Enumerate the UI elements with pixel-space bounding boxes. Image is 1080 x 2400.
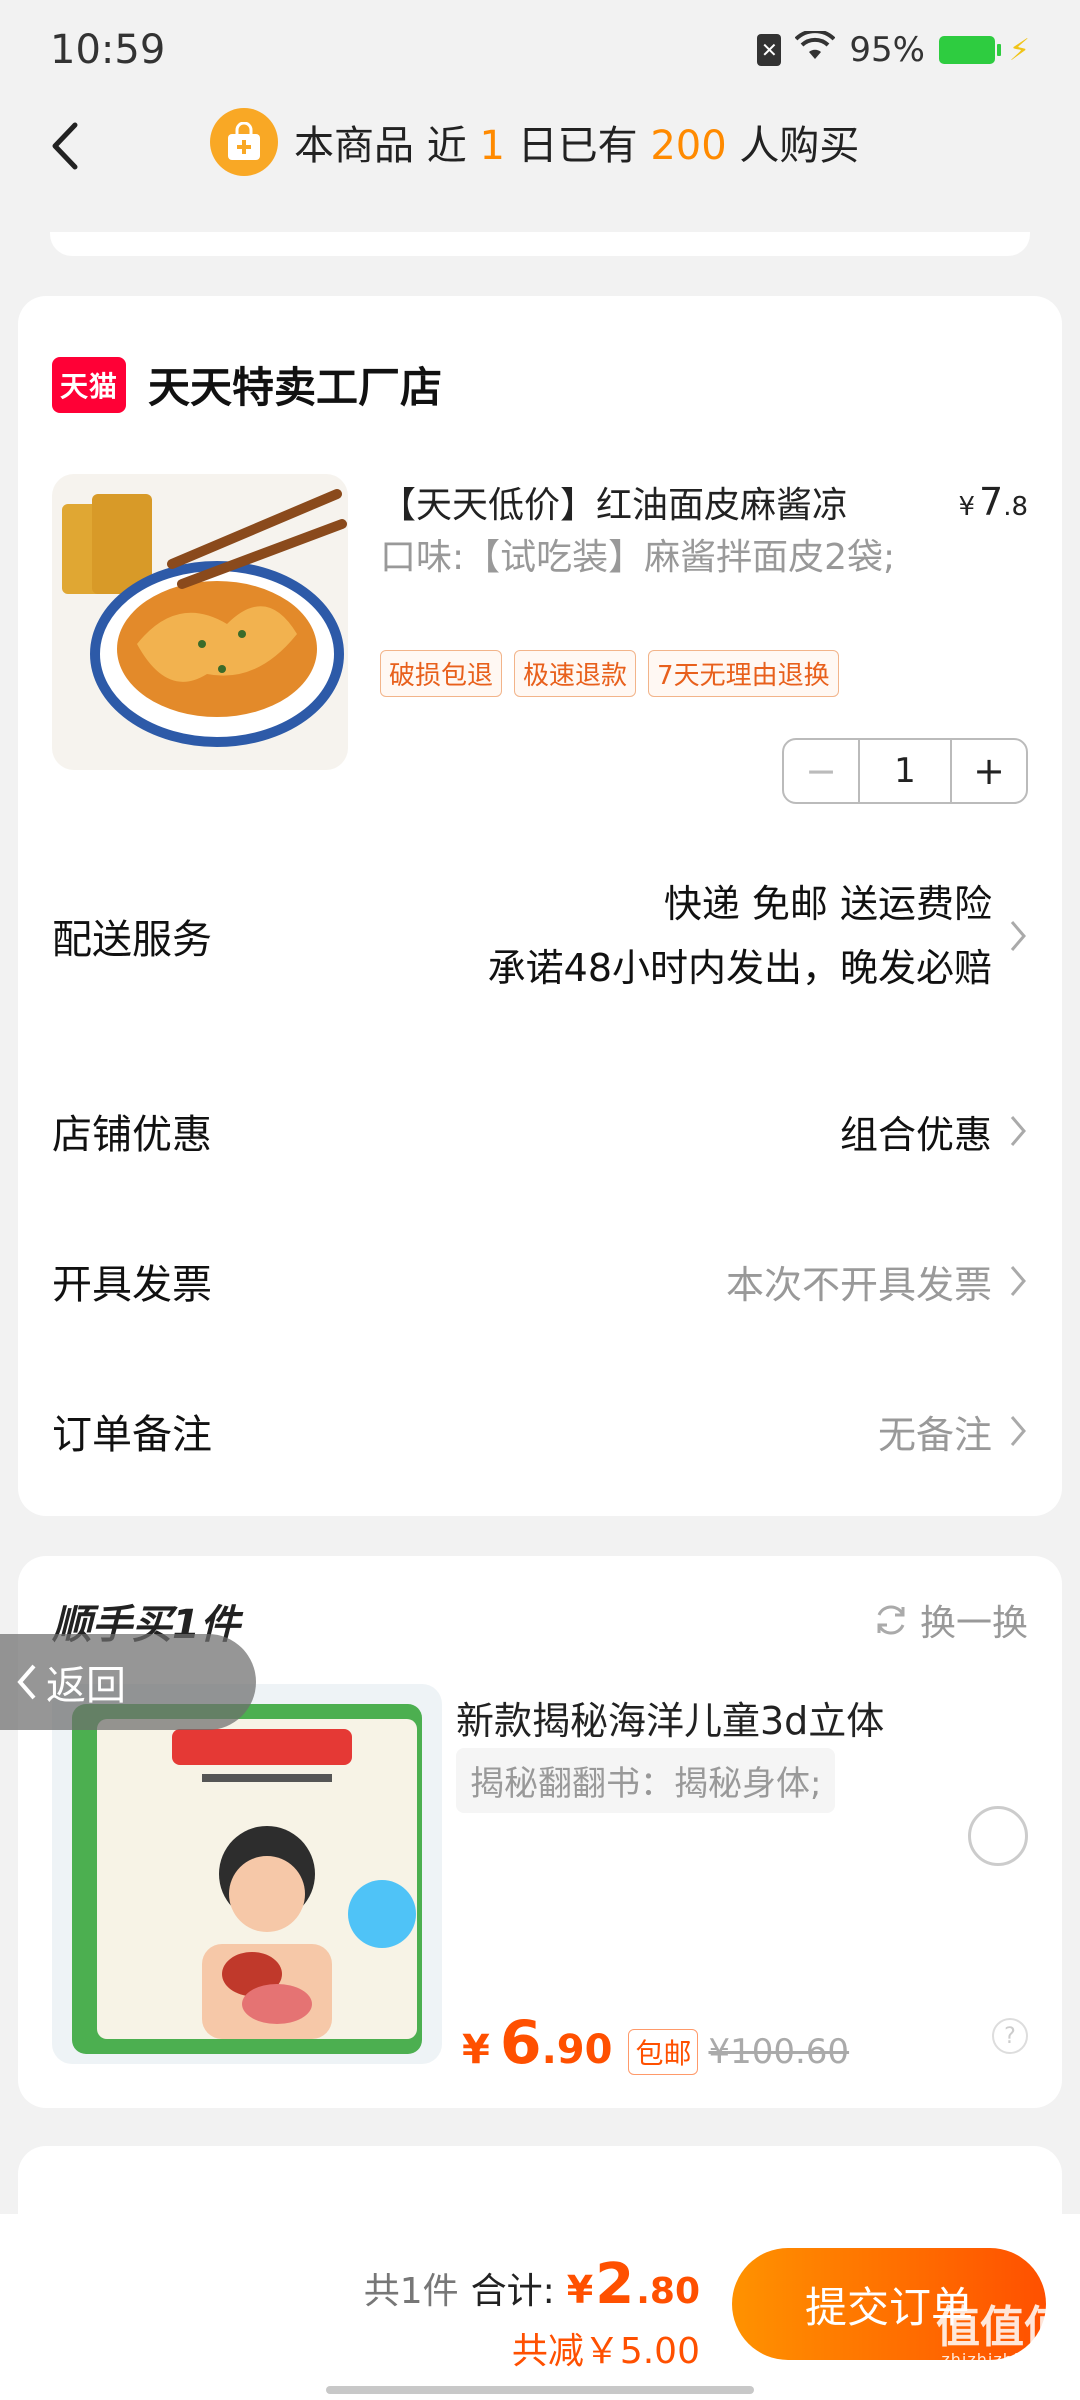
refresh-icon — [877, 1605, 905, 1635]
recommend-name[interactable]: 新款揭秘海洋儿童3d立体 — [456, 1690, 884, 1745]
home-indicator[interactable] — [326, 2386, 754, 2394]
quantity-value[interactable]: 1 — [858, 740, 952, 802]
service-tag: 极速退款 — [514, 650, 637, 697]
header-text-pre: 本商品 近 — [294, 123, 467, 169]
header-text-mid: 日已有 — [517, 123, 638, 169]
header-text-post: 人购买 — [739, 123, 860, 169]
purchase-count-text: 本商品 近 1 日已有 200 人购买 — [294, 113, 859, 171]
refresh-label: 换一换 — [919, 1603, 1028, 1644]
product-spec[interactable]: 口味:【试吃装】麻酱拌面皮2袋; — [380, 532, 940, 584]
product-image[interactable] — [52, 474, 348, 770]
total-summary: 共1件 合计: ¥ 2 .80 — [364, 2252, 700, 2317]
chevron-right-icon — [1010, 921, 1026, 951]
note-right: 无备注 — [878, 1404, 1028, 1459]
delivery-line-2: 承诺48小时内发出，晚发必赔 — [487, 946, 992, 990]
battery-icon — [938, 36, 1001, 64]
invoice-value: 本次不开具发票 — [725, 1262, 992, 1307]
watermark-text: 值值值 — [936, 2302, 1068, 2353]
floating-return-button[interactable]: 返回 — [0, 1634, 256, 1730]
total-symbol: ¥ — [566, 2268, 594, 2312]
service-tag: 破损包退 — [380, 650, 503, 697]
note-label: 订单备注 — [52, 1412, 212, 1458]
discount-summary[interactable]: 共减￥5.00 — [512, 2322, 700, 2374]
discount-right: 组合优惠 — [840, 1104, 1028, 1159]
product-price-symbol: ¥ — [958, 492, 975, 522]
shop-name: 天天特卖工厂店 — [148, 363, 443, 412]
invoice-right: 本次不开具发票 — [726, 1254, 1028, 1309]
watermark-url: zhizhizhi.com — [941, 2350, 1063, 2369]
refresh-button[interactable]: 换一换 — [872, 1594, 1028, 1646]
decrease-quantity-button[interactable]: − — [784, 740, 858, 802]
total-label: 合计: — [470, 2271, 555, 2312]
free-shipping-tag: 包邮 — [628, 2029, 699, 2075]
order-note-row[interactable]: 订单备注 无备注 — [52, 1402, 1028, 1460]
chevron-right-icon — [1010, 1416, 1026, 1446]
previous-card-edge — [50, 232, 1030, 256]
wifi-icon — [794, 29, 836, 70]
increase-quantity-button[interactable]: + — [952, 740, 1026, 802]
status-icons: ✕ 95% ⚡ — [757, 29, 1030, 70]
chevron-left-icon — [17, 1664, 36, 1700]
total-dec: .80 — [636, 2271, 700, 2312]
back-button[interactable] — [36, 118, 92, 174]
purchase-count-banner: 本商品 近 1 日已有 200 人购买 — [210, 108, 859, 176]
delivery-label: 配送服务 — [52, 917, 212, 963]
floating-return-label: 返回 — [46, 1663, 126, 1709]
chevron-right-icon — [1010, 1116, 1026, 1146]
status-bar: 10:59 ✕ 95% ⚡ — [0, 0, 1080, 100]
status-time: 10:59 — [50, 27, 166, 73]
quantity-stepper: − 1 + — [782, 738, 1028, 804]
rec-price-int: 6 — [499, 2008, 542, 2078]
battery-percent: 95% — [849, 30, 925, 70]
help-icon[interactable]: ? — [992, 2018, 1028, 2054]
invoice-row[interactable]: 开具发票 本次不开具发票 — [52, 1252, 1028, 1310]
discount-label: 店铺优惠 — [52, 1112, 212, 1158]
delivery-right: 快递 免邮 送运费险 承诺48小时内发出，晚发必赔 — [488, 872, 1028, 1000]
chevron-right-icon — [1010, 1266, 1026, 1296]
shopping-bag-icon — [210, 108, 278, 176]
checkout-bar: 共1件 合计: ¥ 2 .80 共减￥5.00 提交订单 值值值 zhizhiz… — [0, 2214, 1080, 2400]
rec-price-dec: .90 — [541, 2027, 613, 2073]
original-price: ¥100.60 — [708, 2032, 850, 2072]
header: 本商品 近 1 日已有 200 人购买 — [0, 100, 1080, 192]
sim-icon: ✕ — [757, 34, 782, 66]
product-price-dec: .8 — [1003, 492, 1028, 522]
total-int: 2 — [595, 2252, 635, 2317]
delivery-line-1: 快递 免邮 送运费险 — [663, 882, 992, 926]
charging-icon: ⚡ — [1008, 32, 1030, 68]
rec-price-symbol: ¥ — [462, 2027, 490, 2073]
service-tags: 破损包退 极速退款 7天无理由退换 — [380, 650, 839, 697]
note-value: 无备注 — [877, 1412, 992, 1457]
watermark: 值值值 zhizhizhi.com — [936, 2306, 1068, 2370]
item-count: 共1件 — [363, 2271, 459, 2312]
shop-row[interactable]: 天猫 天天特卖工厂店 — [52, 354, 442, 415]
recommend-price: ¥ 6 .90 包邮 ¥100.60 — [462, 2008, 849, 2078]
book-image[interactable] — [52, 1684, 442, 2064]
chevron-left-icon — [52, 122, 78, 170]
delivery-service-row[interactable]: 配送服务 快递 免邮 送运费险 承诺48小时内发出，晚发必赔 — [52, 872, 1028, 1000]
delivery-value: 快递 免邮 送运费险 承诺48小时内发出，晚发必赔 — [488, 872, 992, 1000]
tmall-logo: 天猫 — [52, 356, 126, 413]
select-radio[interactable] — [968, 1806, 1028, 1866]
shop-discount-row[interactable]: 店铺优惠 组合优惠 — [52, 1102, 1028, 1160]
header-count: 200 — [650, 123, 727, 169]
order-card: 天猫 天天特卖工厂店 【天天低价】红油面皮麻酱凉 ¥7.8 口味:【试吃装】麻酱… — [18, 296, 1062, 1516]
invoice-label: 开具发票 — [52, 1262, 212, 1308]
discount-value: 组合优惠 — [839, 1112, 992, 1157]
product-price: ¥7.8 — [958, 480, 1028, 524]
service-tag: 7天无理由退换 — [648, 650, 839, 697]
product-title[interactable]: 【天天低价】红油面皮麻酱凉 — [380, 476, 848, 528]
header-days: 1 — [479, 123, 505, 169]
recommend-spec[interactable]: 揭秘翻翻书：揭秘身体; — [456, 1748, 836, 1813]
product-price-int: 7 — [979, 480, 1004, 524]
